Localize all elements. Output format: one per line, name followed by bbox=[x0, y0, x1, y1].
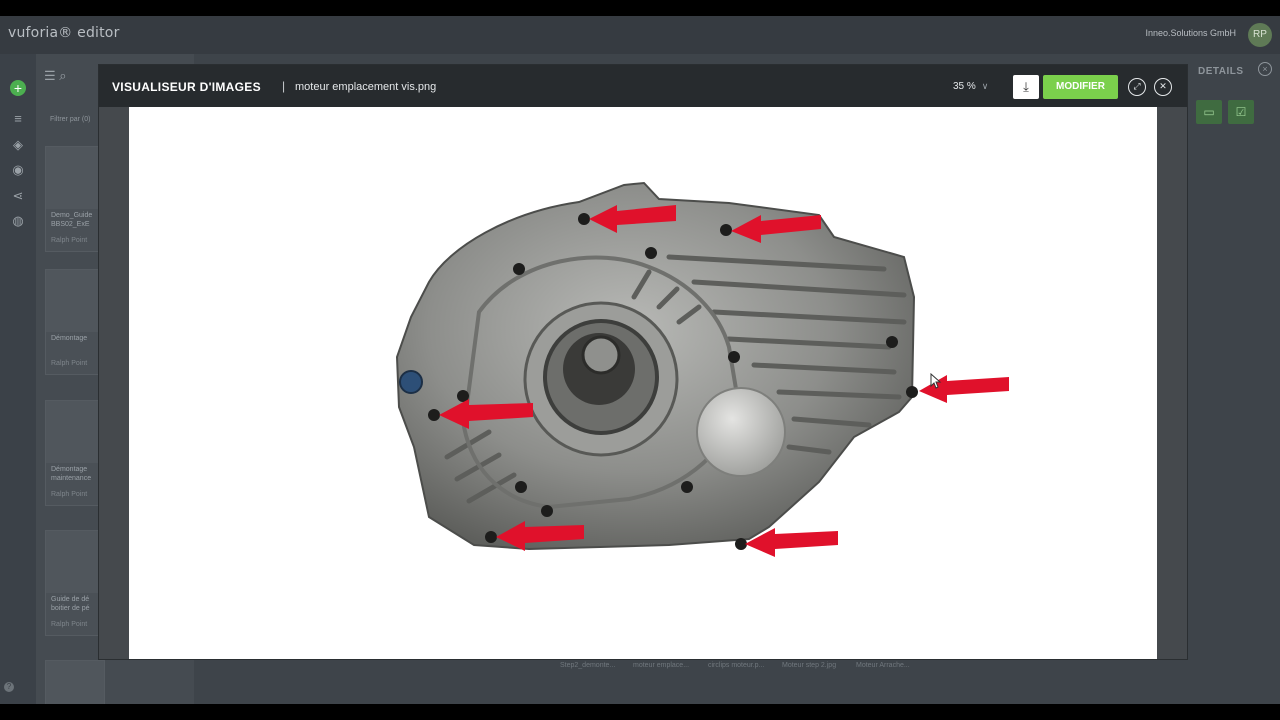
title-separator: | bbox=[282, 79, 286, 93]
file-name[interactable]: circlips moteur.p... bbox=[708, 662, 764, 669]
thumbnail bbox=[46, 531, 104, 593]
download-button[interactable]: ⤓ bbox=[1013, 75, 1039, 99]
add-icon[interactable]: + bbox=[10, 80, 26, 96]
left-nav: + ≡ ◈ ◉ ⋖ ◍ bbox=[0, 54, 36, 704]
details-header: DETAILS bbox=[1198, 66, 1244, 77]
card-author: Ralph Point bbox=[51, 621, 88, 628]
card-author: Ralph Point bbox=[51, 237, 88, 244]
image-canvas[interactable] bbox=[129, 107, 1157, 659]
user-icon[interactable]: ◉ bbox=[9, 161, 27, 179]
image-filename: moteur emplacement vis.png bbox=[295, 81, 437, 93]
chevron-down-icon: ∨ bbox=[981, 81, 989, 91]
card-author: Ralph Point bbox=[51, 491, 88, 498]
app-window: vuforia® editor Inneo.Solutions GmbH RP … bbox=[0, 16, 1280, 704]
top-bar: vuforia® editor Inneo.Solutions GmbH RP bbox=[0, 16, 1280, 54]
file-name[interactable]: Moteur step 2.jpg bbox=[782, 662, 836, 669]
viewer-title: VISUALISEUR D'IMAGES bbox=[112, 80, 261, 94]
filter-label[interactable]: Filtrer par (0) bbox=[50, 116, 90, 123]
motor-image bbox=[395, 181, 1009, 557]
download-icon: ⤓ bbox=[1023, 79, 1029, 94]
thumbnail bbox=[46, 401, 104, 463]
image-viewer-dialog: VISUALISEUR D'IMAGES | moteur emplacemen… bbox=[98, 64, 1188, 660]
globe-icon[interactable]: ◍ bbox=[9, 212, 27, 230]
panel-icon[interactable]: ▭ bbox=[1196, 100, 1222, 124]
layers-icon[interactable]: ◈ bbox=[9, 136, 27, 154]
help-icon[interactable]: ? bbox=[4, 682, 14, 692]
file-name[interactable]: moteur emplace... bbox=[633, 662, 689, 669]
app-logo: vuforia® editor bbox=[8, 25, 120, 41]
file-name[interactable]: Step2_demonte... bbox=[560, 662, 615, 669]
mouse-cursor bbox=[930, 373, 942, 389]
modify-button[interactable]: MODIFIER bbox=[1043, 75, 1118, 99]
search-icon[interactable]: ☰ ⌕ bbox=[44, 68, 67, 84]
expand-button[interactable]: ⤢ bbox=[1128, 78, 1146, 96]
list-item[interactable]: Demo_Guide BBS02_ExE Ralph Point bbox=[45, 146, 105, 252]
close-icon: ✕ bbox=[1159, 81, 1167, 91]
round-cap bbox=[696, 387, 786, 477]
list-icon[interactable]: ≡ bbox=[9, 110, 27, 128]
close-button[interactable]: ✕ bbox=[1154, 78, 1172, 96]
viewer-header: VISUALISEUR D'IMAGES | moteur emplacemen… bbox=[99, 65, 1187, 107]
expand-icon: ⤢ bbox=[1133, 81, 1141, 91]
share-icon[interactable]: ⋖ bbox=[9, 187, 27, 205]
zoom-value: 35 % bbox=[953, 81, 976, 92]
list-item[interactable] bbox=[45, 660, 105, 704]
zoom-select[interactable]: 35 % ∨ bbox=[953, 81, 988, 92]
thumbnail bbox=[46, 147, 104, 209]
card-author: Ralph Point bbox=[51, 360, 88, 367]
close-details-icon[interactable]: × bbox=[1258, 62, 1272, 76]
avatar[interactable]: RP bbox=[1248, 23, 1272, 47]
file-name[interactable]: Moteur Arrache... bbox=[856, 662, 910, 669]
list-item[interactable]: Démontage maintenance Ralph Point bbox=[45, 400, 105, 506]
thumbnail bbox=[46, 270, 104, 332]
thumbnail bbox=[46, 661, 104, 704]
organization-name[interactable]: Inneo.Solutions GmbH bbox=[1145, 28, 1236, 38]
checklist-icon[interactable]: ☑ bbox=[1228, 100, 1254, 124]
list-item[interactable]: Démontage Ralph Point bbox=[45, 269, 105, 375]
list-item[interactable]: Guide de dé boitier de pé Ralph Point bbox=[45, 530, 105, 636]
